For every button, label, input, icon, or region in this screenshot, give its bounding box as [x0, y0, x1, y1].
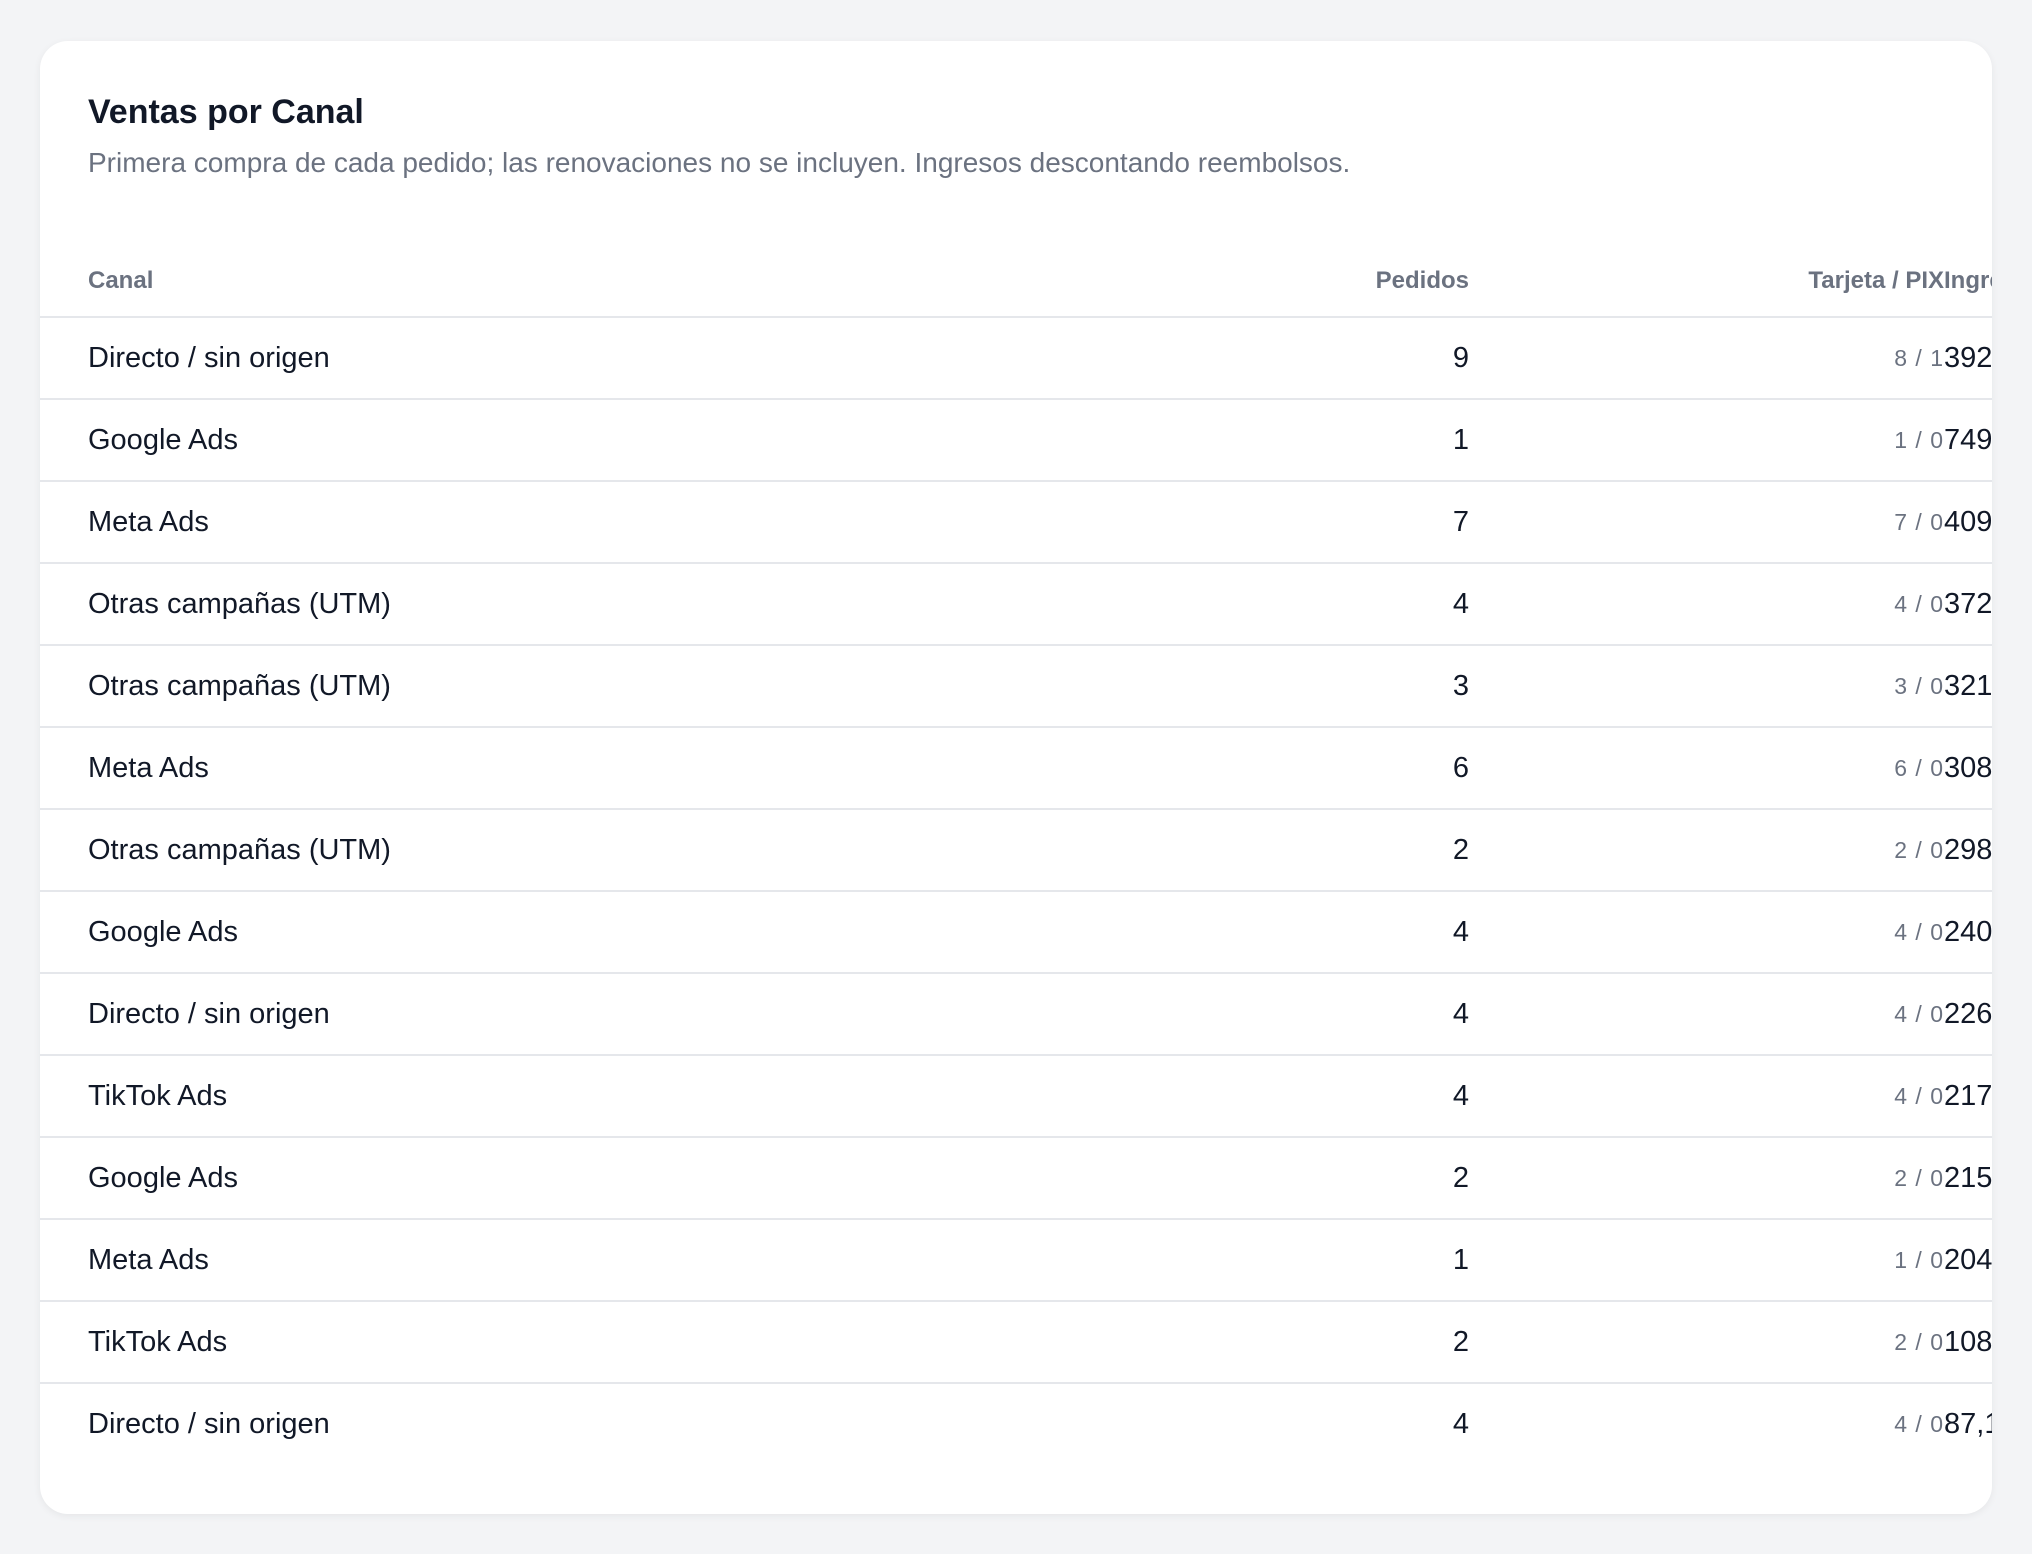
- cell-canal: Meta Ads: [40, 727, 1081, 810]
- cell-canal: TikTok Ads: [40, 1301, 1081, 1384]
- card-subtitle: Primera compra de cada pedido; las renov…: [88, 147, 1351, 178]
- cell-canal: Google Ads: [40, 399, 1081, 482]
- cell-canal: Otras campañas (UTM): [40, 645, 1081, 728]
- table-row: Meta Ads11 / 0204,00 BRL: [40, 1219, 1992, 1302]
- sales-by-channel-card: Ventas por Canal Primera compra de cada …: [40, 41, 1992, 1514]
- header-ingresos: Ingresos: [1944, 246, 1992, 318]
- cell-pedidos: 2: [1081, 1301, 1469, 1384]
- table-body: Directo / sin origen98 / 13926,67 BRLGoo…: [40, 317, 1992, 1464]
- cell-pedidos: 1: [1081, 1219, 1469, 1302]
- cell-ingresos: 87,14 €: [1944, 1407, 1992, 1440]
- cell-pedidos: 9: [1081, 317, 1469, 400]
- table-row: Directo / sin origen 4 4 / 087,14 €: [40, 1383, 1992, 1464]
- table-row: Meta Ads77 / 0409,60 US$: [40, 481, 1992, 564]
- table-row: Meta Ads66 / 0308,00 €: [40, 727, 1992, 810]
- cell-pedidos: 4: [1081, 973, 1469, 1056]
- cell-canal: Otras campañas (UTM): [40, 563, 1081, 646]
- cell-ingresos: 308,00 €: [1944, 727, 1992, 810]
- cell-canal: Meta Ads: [40, 1219, 1081, 1302]
- cell-split: 4 / 0: [1469, 891, 1944, 974]
- card-title: Ventas por Canal: [88, 93, 364, 131]
- cell-pedidos: 2: [1081, 1137, 1469, 1220]
- cell-split: 4 / 0: [1469, 563, 1944, 646]
- table-row: TikTok Ads22 / 0108,00 US$: [40, 1301, 1992, 1384]
- table-row: Otras campañas (UTM)22 / 0298,00 BRL: [40, 809, 1992, 892]
- cell-ingresos: 372,00 US$: [1944, 563, 1992, 646]
- table-row: Google Ads22 / 0215,00 €: [40, 1137, 1992, 1220]
- cell-pedidos: 3: [1081, 645, 1469, 728]
- table-row: Directo / sin origen44 / 0226,00 US$: [40, 973, 1992, 1056]
- cell-pedidos: 4: [1081, 891, 1469, 974]
- cell-canal: Meta Ads: [40, 481, 1081, 564]
- table-header-row: Canal Pedidos Tarjeta / PIX Ingresos: [40, 246, 1992, 318]
- table-row: TikTok Ads44 / 0217,30 €: [40, 1055, 1992, 1138]
- cell-pedidos: 2: [1081, 809, 1469, 892]
- cell-canal: Directo / sin origen: [40, 317, 1081, 400]
- table-row: Otras campañas (UTM)44 / 0372,00 US$: [40, 563, 1992, 646]
- cell-pedidos: 4: [1452, 1407, 1469, 1440]
- cell-split: 4 / 0: [1469, 1055, 1944, 1138]
- cell-canal: Google Ads: [40, 1137, 1081, 1220]
- cell-canal: TikTok Ads: [40, 1055, 1081, 1138]
- table-row: Otras campañas (UTM)33 / 0321,00 €: [40, 645, 1992, 728]
- cell-pedidos: 6: [1081, 727, 1469, 810]
- cell-split: 4 / 0: [1894, 1410, 1944, 1437]
- cell-split: 2 / 0: [1469, 1137, 1944, 1220]
- header-canal: Canal: [40, 246, 1081, 318]
- cell-ingresos: 226,00 US$: [1944, 973, 1992, 1056]
- cell-canal: Directo / sin origen: [88, 1407, 330, 1440]
- cell-split: 2 / 0: [1469, 809, 1944, 892]
- cell-ingresos: 217,30 €: [1944, 1055, 1992, 1138]
- cell-ingresos: 749,00 BRL: [1944, 399, 1992, 482]
- cell-pedidos: 1: [1081, 399, 1469, 482]
- cell-ingresos: 321,00 €: [1944, 645, 1992, 728]
- cell-split: 4 / 0: [1469, 973, 1944, 1056]
- cell-ingresos: 298,00 BRL: [1944, 809, 1992, 892]
- table-header: Canal Pedidos Tarjeta / PIX Ingresos: [40, 246, 1992, 318]
- table-row: Google Ads11 / 0749,00 BRL: [40, 399, 1992, 482]
- cell-ingresos: 108,00 US$: [1944, 1301, 1992, 1384]
- cell-pedidos: 4: [1081, 563, 1469, 646]
- cell-pedidos: 4: [1081, 1055, 1469, 1138]
- cell-split: 8 / 1: [1469, 317, 1944, 400]
- table-row: Google Ads44 / 0240,00 US$: [40, 891, 1992, 974]
- cell-canal: Directo / sin origen: [40, 973, 1081, 1056]
- cell-split: 1 / 0: [1469, 399, 1944, 482]
- sales-by-channel-table: Canal Pedidos Tarjeta / PIX Ingresos Dir…: [40, 246, 1992, 1464]
- cell-split: 6 / 0: [1469, 727, 1944, 810]
- cell-ingresos: 409,60 US$: [1944, 481, 1992, 564]
- cell-pedidos: 7: [1081, 481, 1469, 564]
- cell-ingresos: 215,00 €: [1944, 1137, 1992, 1220]
- cell-ingresos: 204,00 BRL: [1944, 1219, 1992, 1302]
- cell-canal: Otras campañas (UTM): [40, 809, 1081, 892]
- cell-ingresos: 240,00 US$: [1944, 891, 1992, 974]
- header-split: Tarjeta / PIX: [1469, 246, 1944, 318]
- cell-canal: Google Ads: [40, 891, 1081, 974]
- cell-split: 2 / 0: [1469, 1301, 1944, 1384]
- cell-split: 7 / 0: [1469, 481, 1944, 564]
- cell-split: 3 / 0: [1469, 645, 1944, 728]
- header-pedidos: Pedidos: [1081, 246, 1469, 318]
- table-row: Directo / sin origen98 / 13926,67 BRL: [40, 317, 1992, 400]
- cell-split: 1 / 0: [1469, 1219, 1944, 1302]
- cell-ingresos: 3926,67 BRL: [1944, 317, 1992, 400]
